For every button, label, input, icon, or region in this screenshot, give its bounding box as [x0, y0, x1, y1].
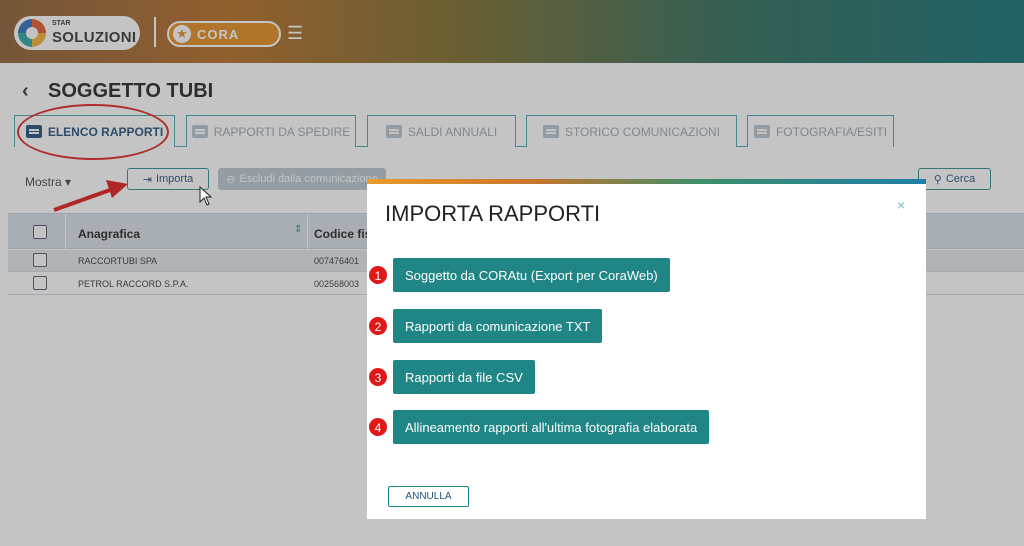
- mouse-cursor-icon: [199, 186, 213, 206]
- import-csv-button[interactable]: Rapporti da file CSV: [393, 360, 535, 394]
- import-txt-button[interactable]: Rapporti da comunicazione TXT: [393, 309, 603, 343]
- import-coratu-button[interactable]: Soggetto da CORAtu (Export per CoraWeb): [393, 258, 670, 292]
- allineamento-button[interactable]: Allineamento rapporti all'ultima fotogra…: [393, 410, 710, 444]
- step-badge: 1: [368, 265, 388, 285]
- annulla-button[interactable]: ANNULLA: [388, 486, 469, 507]
- step-badge: 2: [368, 316, 388, 336]
- close-icon[interactable]: ×: [897, 197, 905, 213]
- modal-title: IMPORTA RAPPORTI: [385, 201, 601, 226]
- step-badge: 3: [368, 367, 388, 387]
- modal-accent-bar: [367, 179, 926, 184]
- importa-rapporti-modal: IMPORTA RAPPORTI × Soggetto da CORAtu (E…: [367, 179, 926, 519]
- step-badge: 4: [368, 417, 388, 437]
